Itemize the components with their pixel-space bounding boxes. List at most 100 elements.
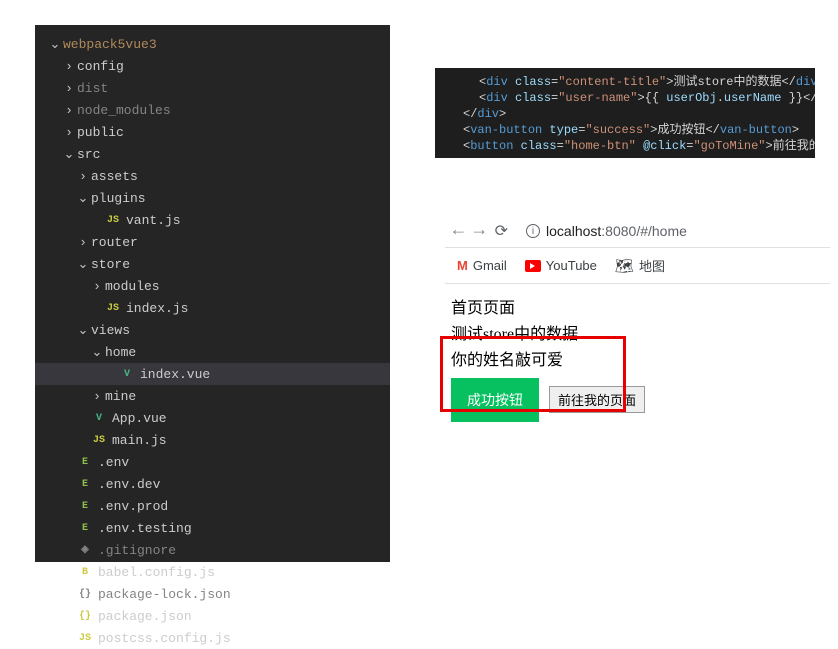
info-icon: i <box>526 224 540 238</box>
bookmark-maps[interactable]: 🗺地图 <box>615 256 665 275</box>
tree-item-main-js[interactable]: JS main.js <box>35 429 390 451</box>
tree-label: config <box>77 59 124 74</box>
tree-item-plugins[interactable]: ⌄plugins <box>35 187 390 209</box>
tree-item-package-lock-json[interactable]: {} package-lock.json <box>35 583 390 605</box>
maps-icon: 🗺 <box>615 257 634 275</box>
back-icon[interactable]: ← <box>453 221 464 241</box>
tree-item-public[interactable]: ›public <box>35 121 390 143</box>
file-icon: E <box>77 454 93 470</box>
forward-icon[interactable]: → <box>474 221 485 241</box>
file-icon: {} <box>77 586 93 602</box>
tree-item-package-json[interactable]: {}package.json <box>35 605 390 627</box>
tree-label: .env.prod <box>98 499 168 514</box>
chevron-icon: › <box>91 279 103 294</box>
content-title: 测试store中的数据 <box>451 320 824 344</box>
goto-mine-button[interactable]: 前往我的页面 <box>549 386 645 413</box>
tree-label: home <box>105 345 136 360</box>
chevron-icon: › <box>63 103 75 118</box>
tree-label: mine <box>105 389 136 404</box>
tree-label: package-lock.json <box>98 587 231 602</box>
chevron-icon: › <box>77 169 89 184</box>
tree-item-vant-js[interactable]: JS vant.js <box>35 209 390 231</box>
tree-label: views <box>91 323 130 338</box>
tree-label: postcss.config.js <box>98 631 231 646</box>
chevron-icon: › <box>63 81 75 96</box>
youtube-icon <box>525 260 541 272</box>
chevron-icon: ⌄ <box>49 37 61 52</box>
bookmark-youtube[interactable]: YouTube <box>525 258 597 273</box>
file-icon: V <box>91 410 107 426</box>
code-line: <div class="user-name">{{ userObj.userNa… <box>447 90 803 106</box>
file-icon: V <box>119 366 135 382</box>
tree-label: main.js <box>112 433 167 448</box>
reload-icon[interactable]: ⟳ <box>495 221 508 241</box>
tree-label: src <box>77 147 100 162</box>
chevron-icon: › <box>63 59 75 74</box>
url-text: localhost:8080/#/home <box>546 223 687 239</box>
tree-label: App.vue <box>112 411 167 426</box>
tree-item-src[interactable]: ⌄src <box>35 143 390 165</box>
file-icon: JS <box>105 212 121 228</box>
tree-item-dist[interactable]: ›dist <box>35 77 390 99</box>
tree-item-index-js[interactable]: JS index.js <box>35 297 390 319</box>
tree-item-App-vue[interactable]: V App.vue <box>35 407 390 429</box>
chevron-icon: ⌄ <box>77 257 89 272</box>
tree-item-modules[interactable]: ›modules <box>35 275 390 297</box>
tree-label: .env <box>98 455 129 470</box>
tree-label: .env.dev <box>98 477 160 492</box>
tree-label: store <box>91 257 130 272</box>
tree-item-assets[interactable]: ›assets <box>35 165 390 187</box>
tree-label: webpack5vue3 <box>63 37 157 52</box>
tree-label: node_modules <box>77 103 171 118</box>
page-title: 首页页面 <box>451 294 824 318</box>
tree-label: .gitignore <box>98 543 176 558</box>
tree-item--env-dev[interactable]: E.env.dev <box>35 473 390 495</box>
tree-label: modules <box>105 279 160 294</box>
tree-item-webpack5vue3[interactable]: ⌄webpack5vue3 <box>35 33 390 55</box>
success-button[interactable]: 成功按钮 <box>451 378 539 422</box>
tree-label: .env.testing <box>98 521 192 536</box>
tree-label: package.json <box>98 609 192 624</box>
file-icon: E <box>77 520 93 536</box>
tree-label: vant.js <box>126 213 181 228</box>
tree-label: babel.config.js <box>98 565 215 580</box>
file-icon: JS <box>91 432 107 448</box>
tree-item-config[interactable]: ›config <box>35 55 390 77</box>
file-icon: JS <box>105 300 121 316</box>
file-icon: B <box>77 564 93 580</box>
file-icon: ◈ <box>77 542 93 558</box>
tree-item-views[interactable]: ⌄views <box>35 319 390 341</box>
chevron-icon: ⌄ <box>77 323 89 338</box>
code-line: <van-button type="success">成功按钮</van-but… <box>447 122 803 138</box>
tree-item--gitignore[interactable]: ◈ .gitignore <box>35 539 390 561</box>
chevron-icon: › <box>63 125 75 140</box>
tree-item-router[interactable]: ›router <box>35 231 390 253</box>
chevron-icon: ⌄ <box>77 191 89 206</box>
code-line: </div> <box>447 106 803 122</box>
chevron-icon: › <box>91 389 103 404</box>
tree-item--env-testing[interactable]: E .env.testing <box>35 517 390 539</box>
chevron-icon: ⌄ <box>91 345 103 360</box>
tree-item-node-modules[interactable]: ›node_modules <box>35 99 390 121</box>
tree-item-home[interactable]: ⌄home <box>35 341 390 363</box>
bookmark-gmail[interactable]: MGmail <box>457 258 507 273</box>
tree-item-postcss-config-js[interactable]: JS postcss.config.js <box>35 627 390 649</box>
tree-label: index.js <box>126 301 188 316</box>
tree-label: public <box>77 125 124 140</box>
tree-item-babel-config-js[interactable]: Bbabel.config.js <box>35 561 390 583</box>
browser-toolbar: ← → ⟳ i localhost:8080/#/home <box>445 215 830 248</box>
gmail-icon: M <box>457 258 468 273</box>
code-snippet: <div class="content-title">测试store中的数据</… <box>435 68 815 158</box>
file-explorer: ⌄webpack5vue3›config›dist›node_modules›p… <box>35 25 390 562</box>
tree-label: index.vue <box>140 367 210 382</box>
tree-item-mine[interactable]: ›mine <box>35 385 390 407</box>
chevron-icon: › <box>77 235 89 250</box>
tree-item-index-vue[interactable]: Vindex.vue <box>35 363 390 385</box>
tree-item--env[interactable]: E .env <box>35 451 390 473</box>
tree-item-store[interactable]: ⌄store <box>35 253 390 275</box>
file-icon: JS <box>77 630 93 646</box>
tree-item--env-prod[interactable]: E.env.prod <box>35 495 390 517</box>
url-bar[interactable]: i localhost:8080/#/home <box>526 223 687 239</box>
tree-label: dist <box>77 81 108 96</box>
code-line: <button class="home-btn" @click="goToMin… <box>447 138 803 154</box>
